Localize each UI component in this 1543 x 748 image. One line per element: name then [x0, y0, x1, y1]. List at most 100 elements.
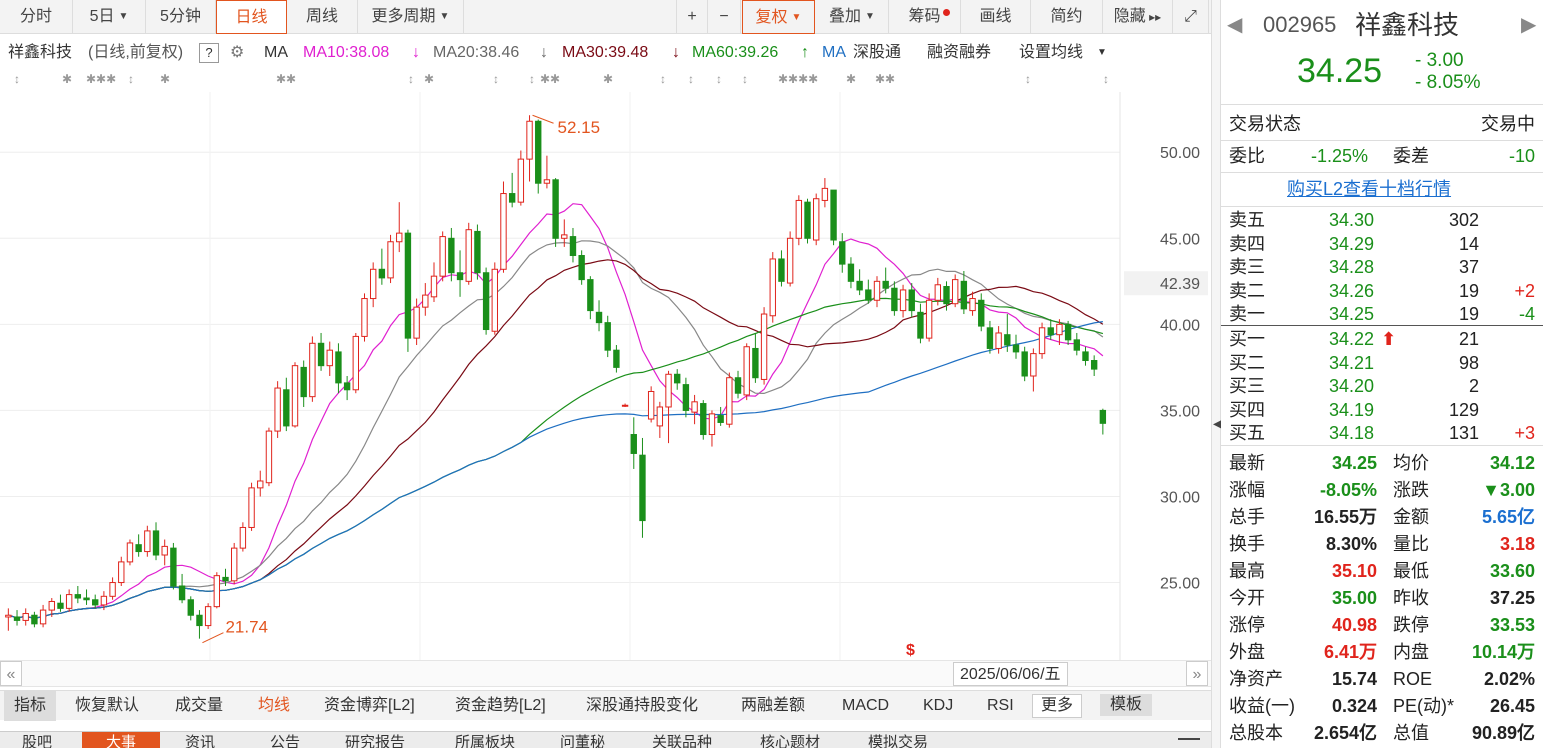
set-ma-button[interactable]: 设置均线 — [1019, 36, 1083, 70]
event-marker-icon[interactable]: ✱ — [424, 72, 434, 86]
candle[interactable] — [508, 172, 516, 208]
event-marker-icon[interactable]: ✱ — [62, 72, 72, 86]
chip-button[interactable]: 筹码 — [889, 0, 961, 34]
event-marker-icon[interactable]: ↕ — [408, 72, 414, 86]
event-marker-icon[interactable]: ↕ — [660, 72, 666, 86]
tab-5min[interactable]: 5分钟 — [146, 0, 216, 34]
tab-margin-diff[interactable]: 两融差额 — [741, 691, 805, 721]
event-marker-icon[interactable]: ✱✱ — [540, 72, 560, 86]
candle[interactable] — [57, 594, 64, 612]
minimize-icon[interactable] — [1178, 738, 1200, 742]
candle[interactable] — [682, 377, 690, 418]
candle[interactable] — [274, 381, 281, 438]
candle[interactable] — [1012, 334, 1020, 359]
zoom-out-button[interactable]: − — [708, 0, 741, 34]
candle[interactable] — [31, 611, 38, 628]
candle[interactable] — [65, 589, 73, 612]
tab-intraday[interactable]: 分时 — [0, 0, 73, 34]
candle[interactable] — [144, 525, 151, 557]
candle[interactable] — [13, 610, 21, 626]
candle[interactable] — [656, 401, 664, 438]
candle[interactable] — [986, 320, 994, 354]
tab-rsi[interactable]: RSI — [987, 691, 1014, 721]
tab-hk-holding[interactable]: 深股通持股变化 — [586, 691, 698, 721]
event-marker-icon[interactable]: ↕ — [493, 72, 499, 86]
candle[interactable] — [960, 271, 968, 315]
candle[interactable] — [786, 231, 794, 287]
candle[interactable] — [535, 119, 542, 194]
candle[interactable] — [265, 427, 273, 487]
event-marker-icon[interactable]: ✱✱✱✱ — [778, 72, 818, 86]
event-marker-icon[interactable]: ✱ — [603, 72, 613, 86]
candle[interactable] — [856, 269, 863, 296]
candle[interactable] — [674, 369, 681, 390]
prev-stock-icon[interactable]: ◀ — [1227, 10, 1242, 40]
candle[interactable] — [126, 539, 134, 566]
tab-sim-trade[interactable]: 模拟交易 — [868, 734, 928, 748]
restore-default-button[interactable]: 恢复默认 — [75, 691, 139, 721]
tab-macd[interactable]: MACD — [842, 691, 889, 721]
candle[interactable] — [22, 608, 29, 626]
hide-button[interactable]: 隐藏 ▸▸ — [1103, 0, 1173, 34]
candle[interactable] — [951, 274, 959, 308]
candle[interactable] — [804, 198, 811, 244]
candle[interactable] — [665, 370, 672, 444]
candle[interactable] — [899, 284, 907, 318]
adjust-dropdown[interactable]: 复权 ▼ — [742, 0, 815, 34]
candle[interactable] — [178, 573, 186, 604]
tab-capital-trend[interactable]: 资金趋势[L2] — [455, 691, 546, 721]
event-marker-icon[interactable]: ↕ — [128, 72, 134, 86]
event-marker-icon[interactable]: ✱✱ — [875, 72, 895, 86]
tab-capital-game[interactable]: 资金博弈[L2] — [324, 691, 415, 721]
candle[interactable] — [231, 542, 238, 585]
event-marker-icon[interactable]: ✱ — [160, 72, 170, 86]
hk-connect-button[interactable]: 深股通 — [853, 36, 901, 70]
event-marker-icon[interactable]: ✱ — [846, 72, 856, 86]
tab-forum[interactable]: 股吧 — [22, 734, 52, 748]
candle[interactable] — [595, 300, 603, 332]
candle[interactable] — [995, 326, 1002, 354]
candle[interactable] — [500, 181, 507, 273]
candle[interactable] — [708, 410, 716, 447]
candle[interactable] — [1038, 322, 1046, 359]
candle[interactable] — [352, 332, 360, 394]
candle[interactable] — [1030, 348, 1037, 392]
candle[interactable] — [830, 189, 837, 246]
candle[interactable] — [1090, 355, 1098, 376]
candle[interactable] — [248, 482, 255, 531]
candle[interactable] — [283, 377, 290, 432]
candle[interactable] — [917, 303, 924, 344]
candle[interactable] — [448, 227, 455, 282]
candle[interactable] — [396, 202, 403, 253]
tab-weekly[interactable]: 周线 — [287, 0, 358, 34]
candle[interactable] — [83, 589, 90, 605]
candle[interactable] — [118, 556, 125, 586]
tab-core-themes[interactable]: 核心题材 — [760, 734, 820, 748]
candlestick-chart[interactable]: 50.00 45.00 40.00 35.00 30.00 25.00 42.39 52.1… — [0, 92, 1211, 660]
candle[interactable] — [752, 332, 759, 383]
candle[interactable] — [430, 262, 438, 302]
candle[interactable] — [161, 539, 168, 566]
candle[interactable] — [882, 267, 889, 294]
candle[interactable] — [978, 293, 985, 332]
candle[interactable] — [873, 276, 881, 308]
candle[interactable] — [647, 386, 655, 423]
candle[interactable] — [317, 332, 325, 371]
candle[interactable] — [569, 227, 577, 263]
simple-button[interactable]: 简约 — [1031, 0, 1103, 34]
candle[interactable] — [491, 262, 498, 335]
candle[interactable] — [456, 250, 464, 297]
margin-button[interactable]: 融资融券 — [927, 36, 991, 70]
tab-notices[interactable]: 公告 — [270, 734, 300, 748]
scroll-left-icon[interactable]: « — [0, 661, 22, 686]
event-marker-icon[interactable]: ↕ — [1025, 72, 1031, 86]
candle[interactable] — [1047, 319, 1054, 340]
candle[interactable] — [439, 231, 446, 282]
event-marker-icon[interactable]: ↕ — [742, 72, 748, 86]
candle[interactable] — [925, 293, 933, 342]
tab-ma[interactable]: 均线 — [258, 691, 290, 721]
candle[interactable] — [726, 372, 733, 428]
candle[interactable] — [526, 115, 533, 182]
candle[interactable] — [135, 534, 142, 557]
candle[interactable] — [465, 222, 472, 285]
